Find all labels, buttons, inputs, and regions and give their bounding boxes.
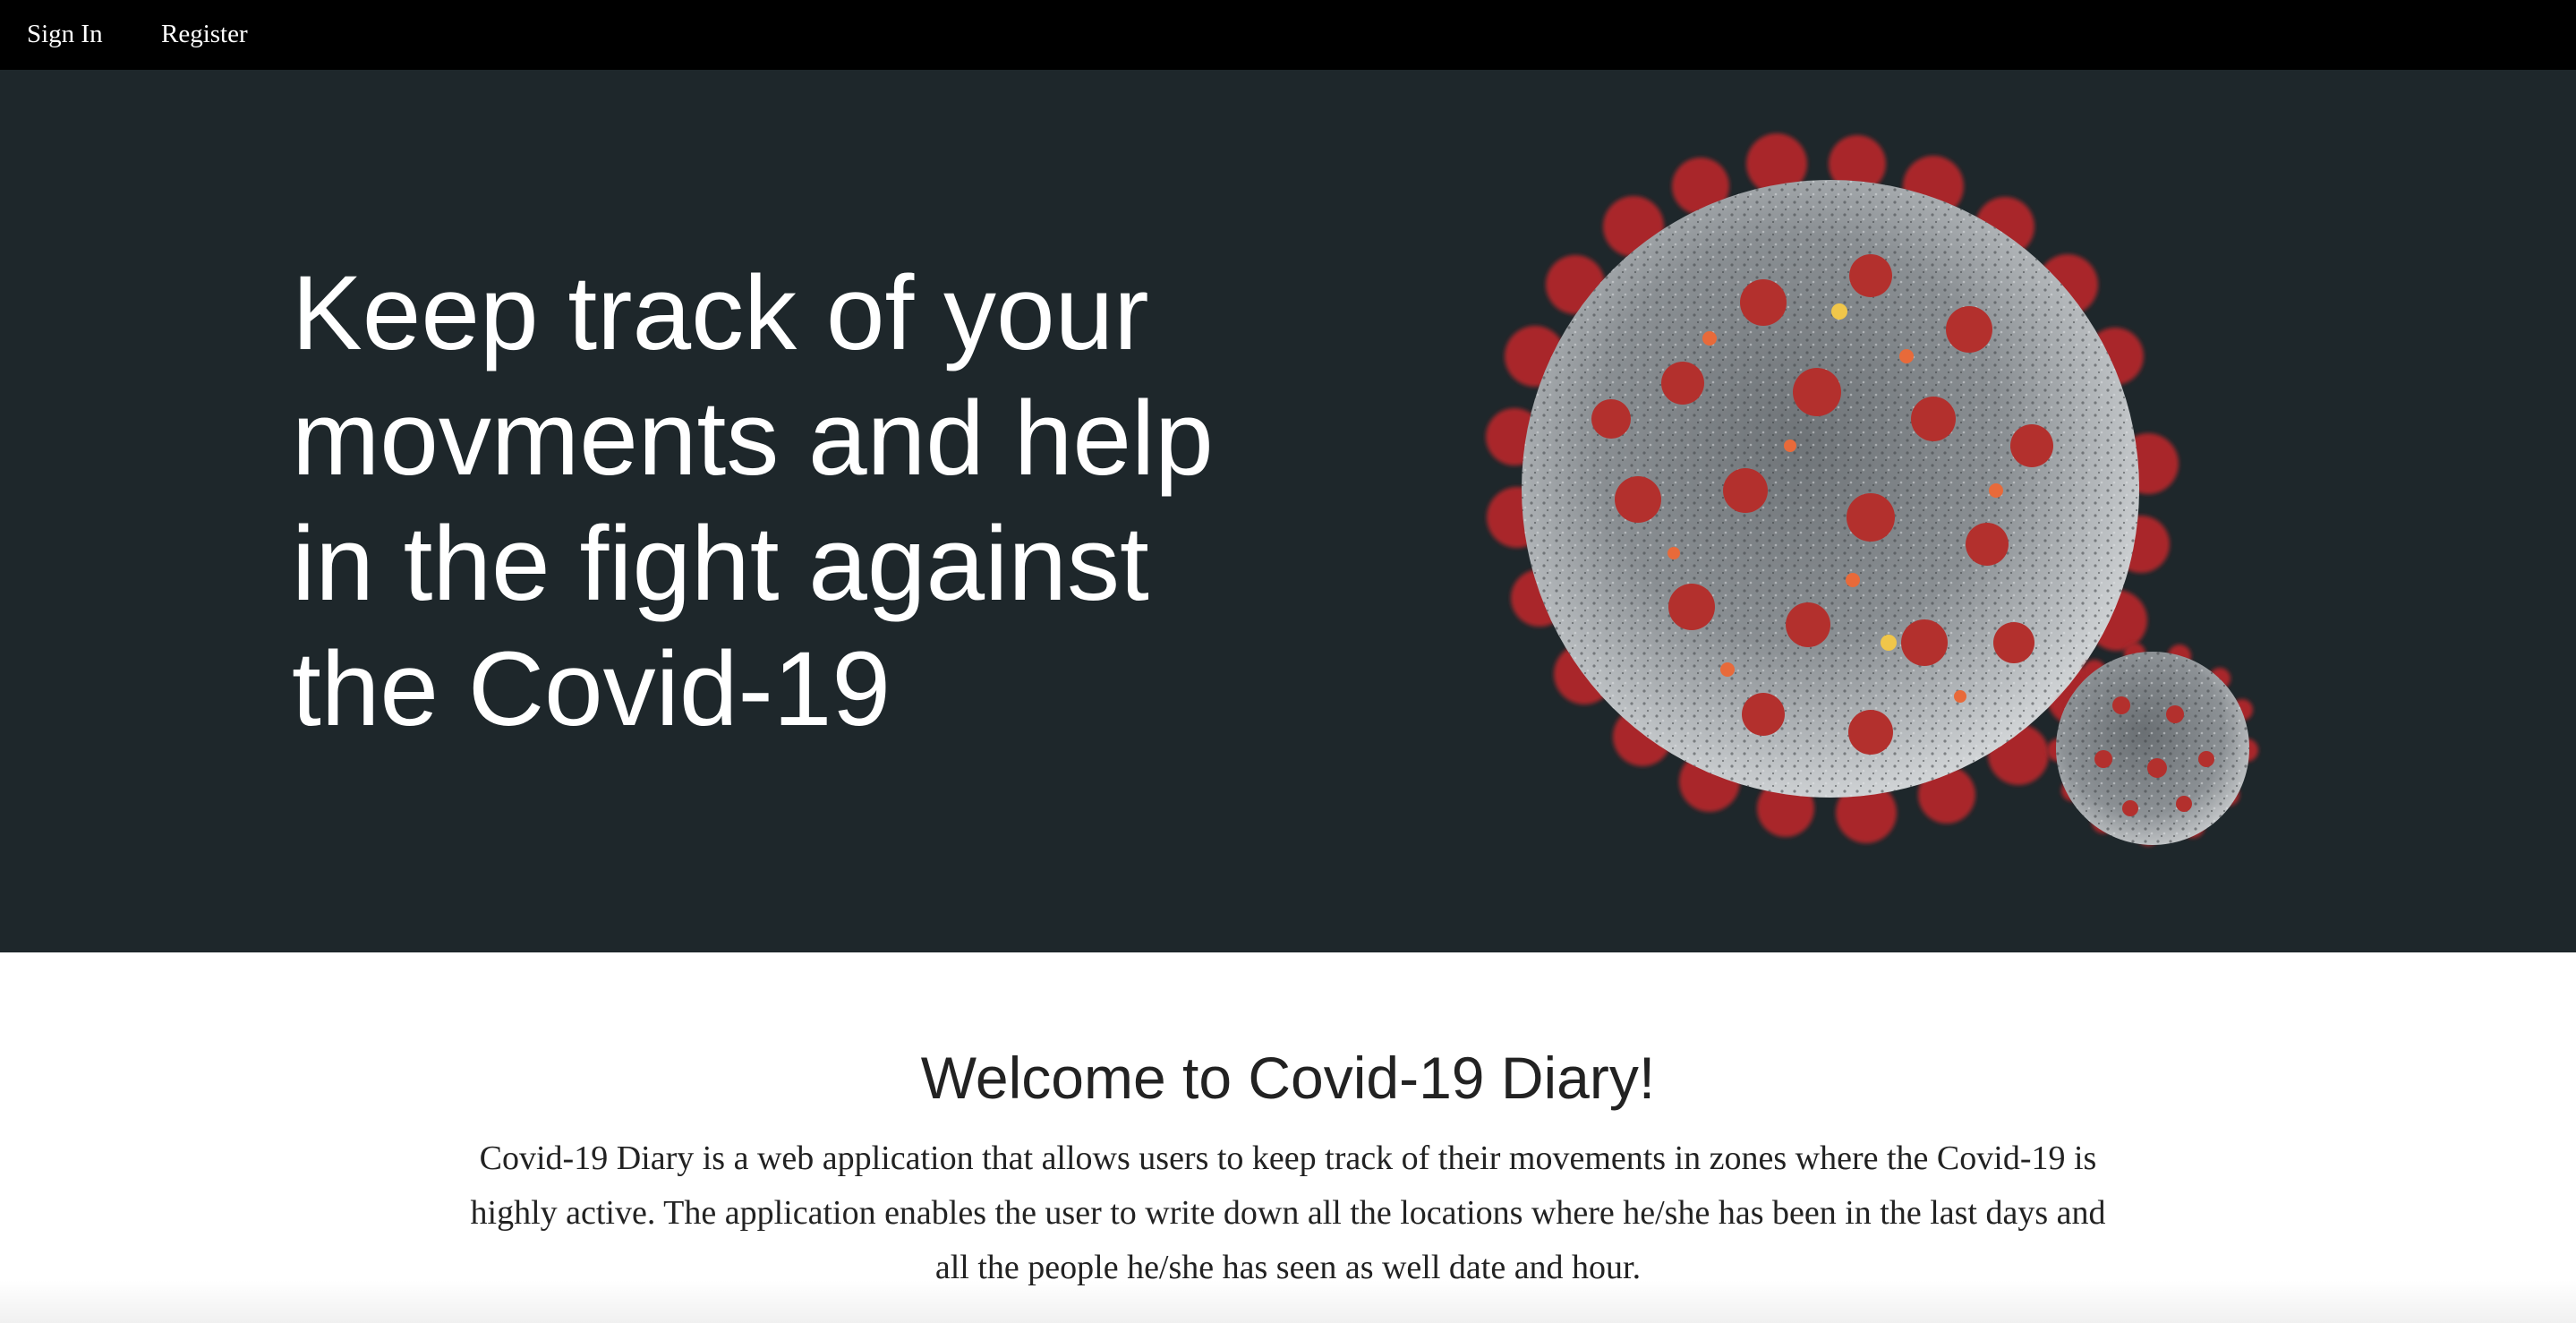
- hero-banner: Keep track of your movments and help in …: [0, 70, 2576, 952]
- intro-section: Welcome to Covid-19 Diary! Covid-19 Diar…: [0, 952, 2576, 1323]
- app-description: Covid-19 Diary is a web application that…: [470, 1139, 2106, 1286]
- coronavirus-illustration: [1486, 133, 2258, 846]
- hero-title: Keep track of your movments and help in …: [292, 254, 1214, 748]
- register-link[interactable]: Register: [161, 18, 248, 50]
- sign-in-link[interactable]: Sign In: [27, 18, 103, 50]
- top-navbar: Sign In Register: [0, 0, 2576, 70]
- bottom-fade: [0, 1280, 2576, 1323]
- welcome-heading: Welcome to Covid-19 Diary!: [920, 1045, 1656, 1111]
